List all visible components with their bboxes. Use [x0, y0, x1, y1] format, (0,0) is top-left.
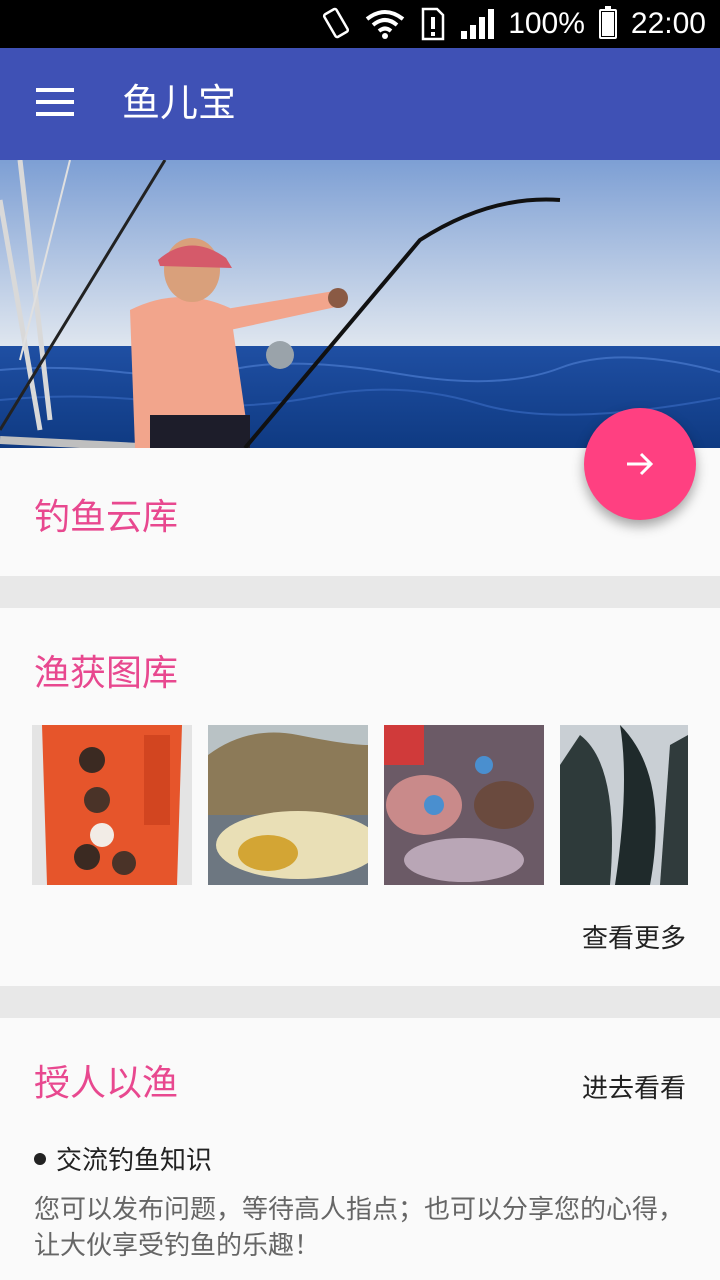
hero-image	[0, 160, 720, 448]
bullet-dot	[34, 1152, 46, 1165]
fab-button[interactable]	[584, 408, 696, 520]
menu-icon[interactable]	[36, 88, 76, 118]
teach-fishing-title: 授人以渔	[34, 1063, 179, 1104]
battery-percent: 100%	[508, 7, 585, 40]
cloud-library-title: 钓鱼云库	[34, 497, 179, 538]
wifi-icon	[365, 10, 405, 39]
arrow-right-icon	[627, 452, 654, 476]
gallery-thumbnail[interactable]	[32, 725, 192, 885]
sim-alert-icon	[421, 7, 445, 41]
gallery-thumbnail[interactable]	[384, 725, 544, 885]
signal-icon	[461, 9, 495, 39]
bullet-item: 交流钓鱼知识	[34, 1140, 212, 1177]
catch-gallery-title: 渔获图库	[34, 653, 179, 694]
gallery-thumbnail[interactable]	[208, 725, 368, 885]
view-more-link[interactable]: 查看更多	[582, 918, 686, 955]
battery-icon	[598, 6, 617, 39]
clock: 22:00	[630, 7, 706, 40]
enter-link[interactable]: 进去看看	[582, 1068, 686, 1105]
teach-description: 您可以发布问题，等待高人指点；也可以分享您的心得，让大伙享受钓鱼的乐趣！	[34, 1195, 685, 1261]
status-bar: 100% 22:00	[0, 0, 720, 48]
screen-rotation-icon	[323, 7, 350, 39]
gallery-thumbnail[interactable]	[560, 725, 688, 885]
app-title: 鱼儿宝	[122, 81, 237, 125]
app-toolbar: 鱼儿宝	[0, 48, 720, 160]
bullet-text: 交流钓鱼知识	[56, 1146, 213, 1176]
